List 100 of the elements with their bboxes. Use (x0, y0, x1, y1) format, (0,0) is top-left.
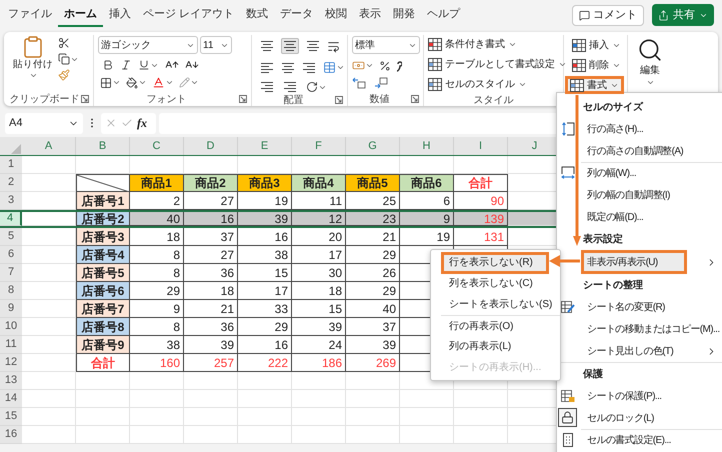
ribbon-tab[interactable]: ヘルプ (421, 3, 466, 27)
grid-cell[interactable] (22, 372, 76, 390)
table-icon[interactable] (572, 58, 586, 72)
caret-icon[interactable] (336, 63, 345, 72)
column-header[interactable]: D (184, 137, 238, 155)
menu-item[interactable]: 既定の幅(D)... (581, 206, 722, 228)
decrease-decimal-icon[interactable] (374, 77, 388, 89)
font-size-field[interactable]: 11 (200, 36, 232, 54)
grid-cell[interactable] (346, 372, 400, 390)
row-header[interactable]: 3 (0, 192, 22, 210)
currency-icon[interactable] (352, 59, 365, 72)
menu-item[interactable]: 行の高さ(H)... (581, 118, 722, 140)
select-all-icon[interactable] (11, 144, 21, 154)
cells-button[interactable]: 削除 (570, 56, 623, 74)
caret-icon[interactable] (365, 61, 374, 70)
paste-button[interactable]: 貼り付け (12, 35, 54, 92)
caret-icon[interactable] (558, 60, 567, 69)
grid-cell[interactable] (22, 408, 76, 426)
grid-cell[interactable] (238, 408, 292, 426)
grid-cell[interactable] (238, 426, 292, 444)
row-header[interactable]: 11 (0, 336, 22, 354)
dialog-launcher-icon[interactable] (81, 95, 89, 103)
menu-item[interactable]: セルのロック(L) (581, 407, 722, 429)
grid-cell[interactable] (238, 390, 292, 408)
grid-cell[interactable] (22, 174, 76, 192)
row-header[interactable]: 5 (0, 228, 22, 246)
align-top-icon[interactable] (260, 40, 274, 52)
grid-cell[interactable] (238, 372, 292, 390)
grid-cell[interactable] (400, 408, 454, 426)
table-icon[interactable] (572, 38, 586, 52)
grid-cell[interactable] (130, 408, 184, 426)
row-header[interactable]: 6 (0, 246, 22, 264)
function-button[interactable]: fx (137, 114, 147, 132)
grid-cell[interactable] (76, 156, 130, 174)
grid-cell[interactable] (22, 426, 76, 444)
row-header[interactable]: 7 (0, 264, 22, 282)
ribbon-tab[interactable]: データ (274, 3, 320, 27)
merge-icon[interactable] (323, 61, 336, 74)
brush-icon[interactable] (58, 69, 70, 81)
comment-button[interactable]: コメント (572, 4, 644, 26)
column-header[interactable]: A (22, 137, 76, 155)
row-header[interactable]: 13 (0, 372, 22, 390)
column-header[interactable]: F (292, 137, 346, 155)
row-header[interactable]: 8 (0, 282, 22, 300)
table-icon[interactable] (428, 38, 442, 51)
ribbon-tab[interactable]: ページ レイアウト (137, 3, 240, 27)
comma-icon[interactable] (396, 60, 402, 72)
ribbon-tab[interactable]: 挿入 (103, 3, 137, 27)
caret-icon[interactable] (112, 78, 121, 87)
column-header[interactable]: H (400, 137, 454, 155)
share-button[interactable]: 共有 (652, 4, 714, 26)
submenu-item[interactable]: 行の再表示(O) (441, 316, 522, 336)
increase-decimal-icon[interactable] (352, 77, 366, 89)
borders-icon[interactable] (100, 76, 112, 88)
cancel-icon[interactable] (105, 117, 117, 129)
grid-cell[interactable] (130, 390, 184, 408)
menu-item[interactable]: 行の高さの自動調整(A) (581, 140, 722, 162)
cells-button[interactable]: 挿入 (570, 36, 623, 54)
grid-cell[interactable] (184, 372, 238, 390)
align-middle-icon[interactable] (283, 40, 297, 52)
column-header[interactable]: B (76, 137, 130, 155)
dialog-launcher-icon[interactable] (335, 96, 343, 104)
row-header[interactable]: 2 (0, 174, 22, 192)
grid-cell[interactable] (292, 426, 346, 444)
grid-cell[interactable] (76, 426, 130, 444)
align-bottom-icon[interactable] (306, 40, 320, 52)
scissors-icon[interactable] (58, 37, 70, 49)
grid-cell[interactable] (184, 426, 238, 444)
align-center-icon[interactable] (281, 62, 295, 74)
grid-cell[interactable] (400, 426, 454, 444)
column-header[interactable]: E (238, 137, 292, 155)
row-header[interactable]: 14 (0, 390, 22, 408)
align-right-icon[interactable] (302, 62, 316, 74)
number-format-field[interactable]: 標準 (352, 36, 420, 54)
menu-item[interactable]: セルの書式設定(E)... (581, 429, 722, 451)
underline-icon[interactable] (138, 59, 150, 71)
grid-cell[interactable] (184, 390, 238, 408)
name-box[interactable]: A4 (5, 112, 83, 134)
grid-cell[interactable] (22, 156, 76, 174)
row-header[interactable]: 16 (0, 426, 22, 444)
submenu-item[interactable]: 列を表示しない(C) (441, 273, 541, 294)
style-button[interactable]: テーブルとして書式設定 (428, 56, 567, 73)
caret-icon[interactable] (508, 40, 517, 49)
align-left-icon[interactable] (260, 62, 274, 74)
grid-cell[interactable] (292, 390, 346, 408)
column-header[interactable]: I (454, 137, 508, 155)
indent-icon[interactable] (283, 81, 297, 93)
caret-icon[interactable] (646, 78, 654, 87)
grid-cell[interactable] (130, 426, 184, 444)
menu-item[interactable]: 非表示/再表示(U) (581, 250, 722, 274)
grid-cell[interactable] (76, 372, 130, 390)
table-icon[interactable] (428, 58, 442, 71)
grid-cell[interactable] (130, 372, 184, 390)
ribbon-tab[interactable]: 数式 (240, 3, 274, 27)
caret-icon[interactable] (190, 78, 199, 87)
menu-item[interactable]: 列の幅(W)... (581, 162, 722, 184)
grid-cell[interactable] (454, 426, 508, 444)
table-icon[interactable] (570, 78, 584, 92)
copy-icon[interactable] (58, 53, 70, 65)
submenu-item[interactable]: シートを表示しない(S) (441, 294, 560, 315)
